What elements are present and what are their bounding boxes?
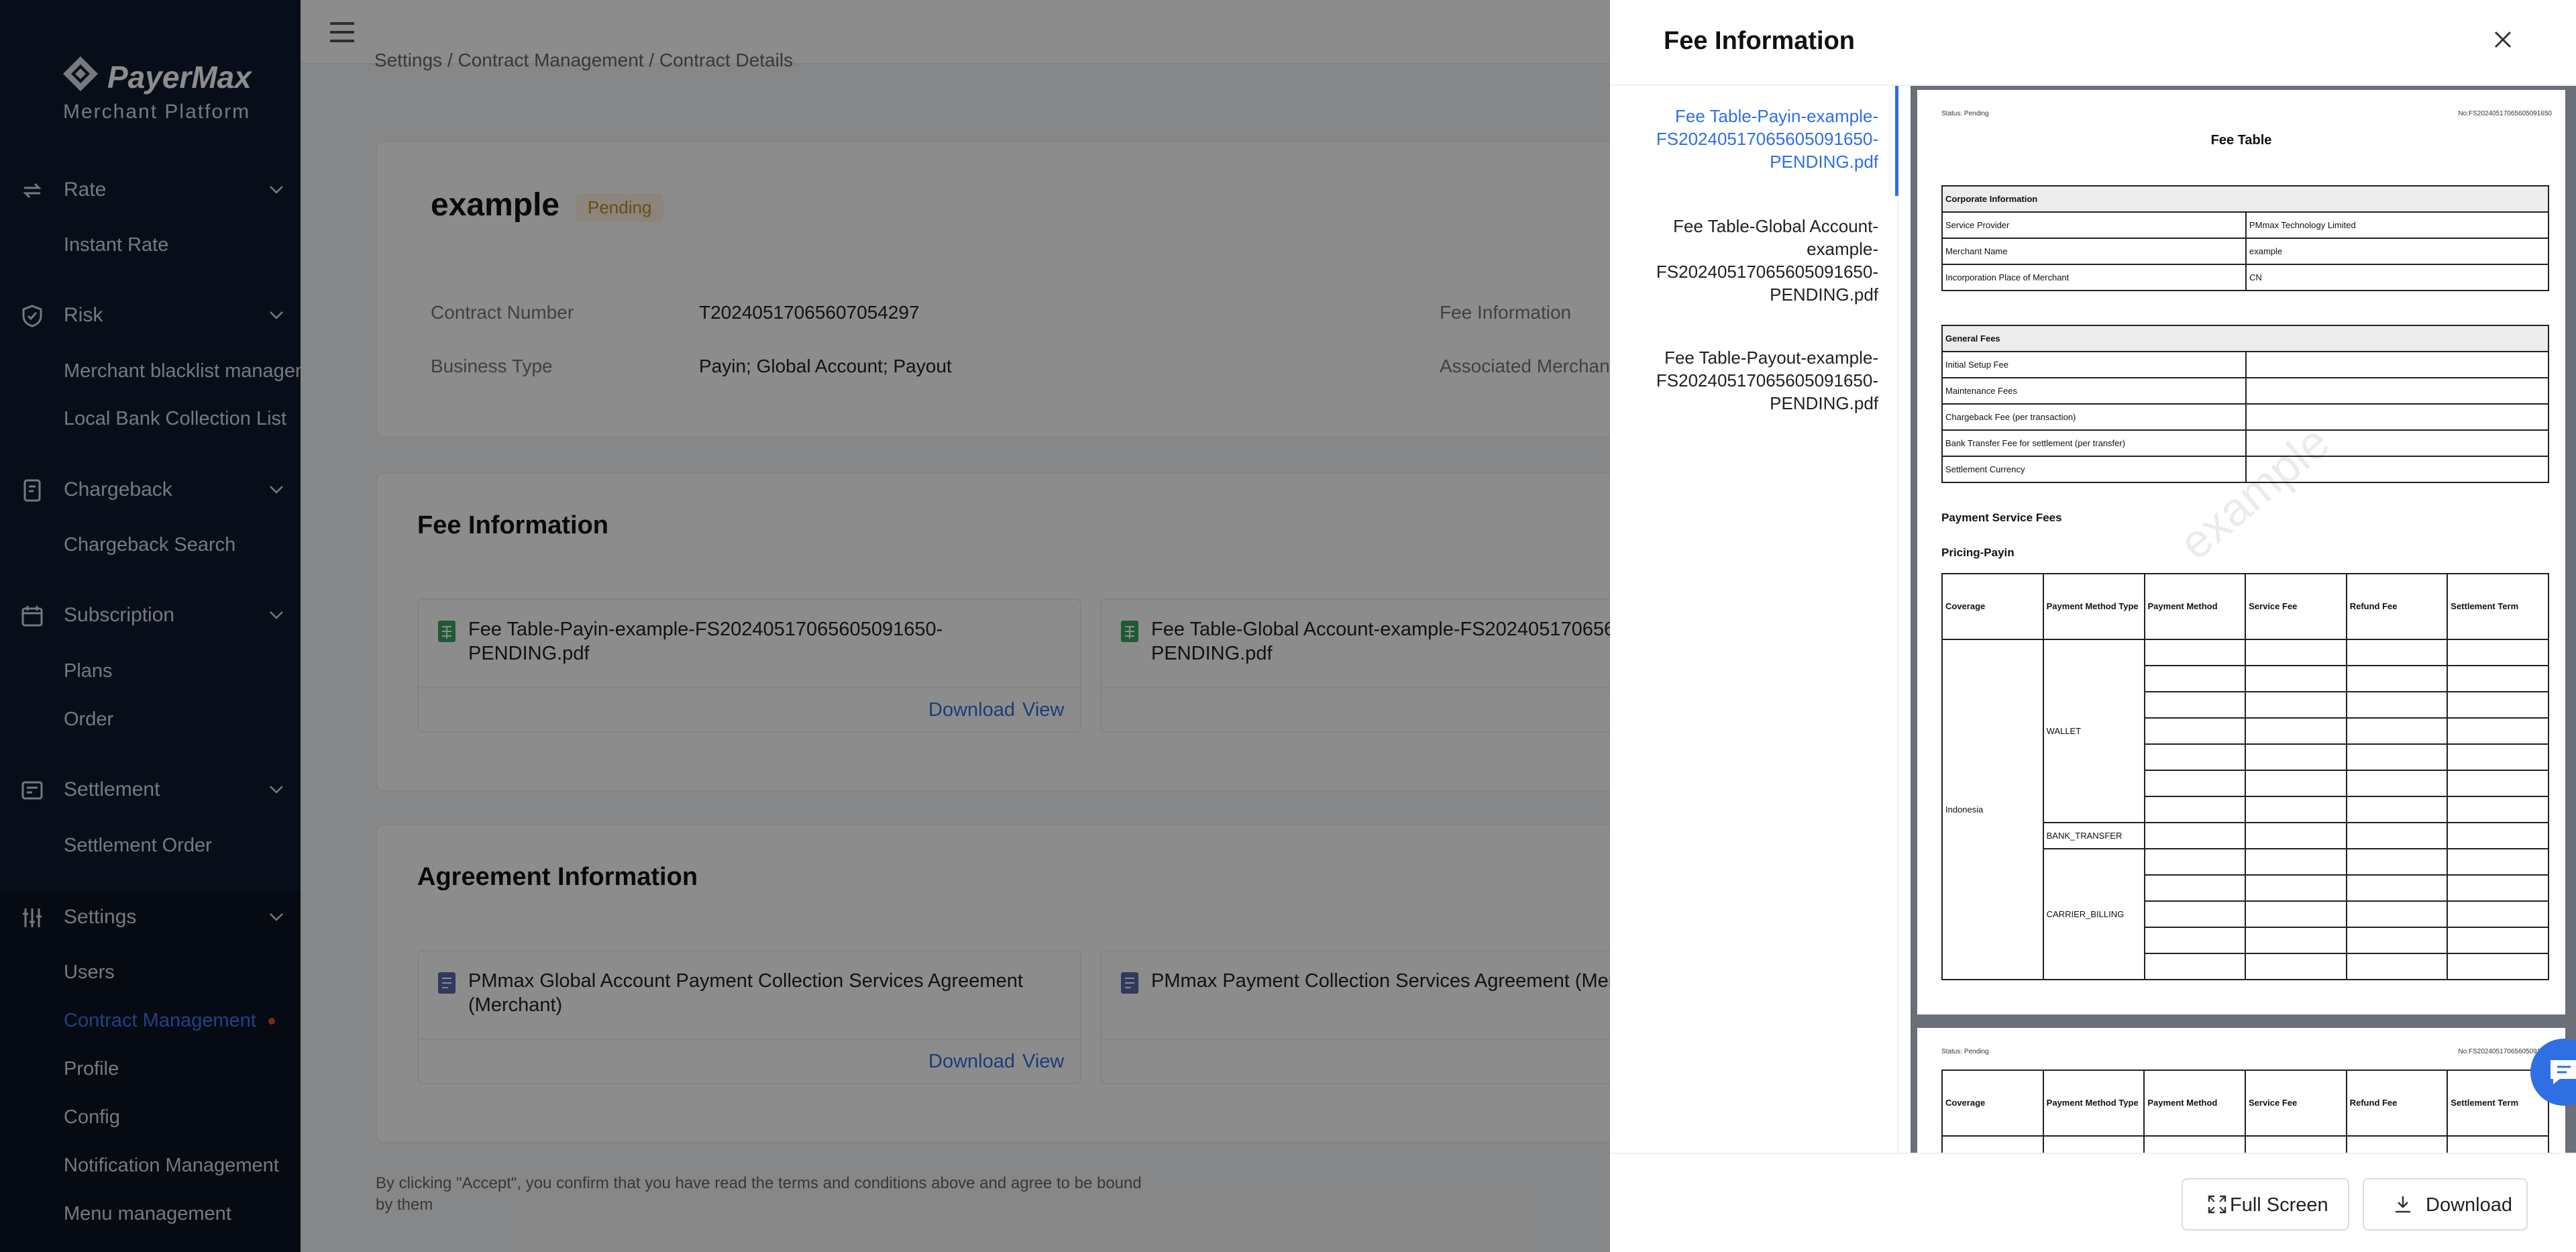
table-header-cell: Refund Fee <box>2345 1070 2449 1137</box>
drawer-title: Fee Information <box>1664 27 1856 55</box>
pdf-title: Fee Table <box>2210 133 2272 148</box>
table-cell <box>2245 351 2549 378</box>
pdf-page: Status: Pending No:FS2024051706560509165… <box>1917 90 2565 1014</box>
table-cell: Service Provider <box>1941 211 2247 239</box>
pdf-section-heading: Payment Service Fees <box>1941 511 2062 524</box>
table-header-cell: Service Fee <box>2245 573 2347 640</box>
table-cell <box>2245 377 2549 405</box>
table-cell: Chargeback Fee (per transaction) <box>1941 403 2247 431</box>
table-row: Bank Transfer Fee for settlement (per tr… <box>1941 429 2549 457</box>
drawer-footer: Full Screen Download <box>1610 1153 2576 1252</box>
table-cell: Initial Setup Fee <box>1941 351 2247 378</box>
table-cell: Bank Transfer Fee for settlement (per tr… <box>1941 429 2247 457</box>
table-header-row: Coverage Payment Method Type Payment Met… <box>1941 573 2549 640</box>
table-row: Incorporation Place of Merchant CN <box>1941 264 2549 291</box>
pricing-table-continued: Coverage Payment Method Type Payment Met… <box>1941 1070 2549 1153</box>
drawer-file-list: Fee Table-Payin-example-FS20240517065605… <box>1610 86 1898 1153</box>
table-header-cell: Service Fee <box>2244 1070 2347 1137</box>
table-row: Service Provider PMmax Technology Limited <box>1941 211 2549 239</box>
method-type-cell: CARRIER_BILLING <box>2042 848 2145 980</box>
table-row: Chargeback Fee (per transaction) <box>1941 403 2549 431</box>
pricing-payin-table: Coverage Payment Method Type Payment Met… <box>1941 573 2549 980</box>
table-row: Initial Setup Fee <box>1941 351 2549 378</box>
general-fees-table: General Fees Initial Setup Fee Maintenan… <box>1941 325 2549 483</box>
table-row: Indonesia WALLET <box>1941 639 2549 980</box>
table-header: General Fees <box>1941 325 2549 352</box>
table-header-cell: Coverage <box>1941 573 2044 640</box>
full-screen-button[interactable]: Full Screen <box>2182 1178 2349 1231</box>
pdf-status: Status: Pending <box>1941 1048 1989 1055</box>
download-button[interactable]: Download <box>2363 1178 2528 1231</box>
table-cell: example <box>2245 238 2549 265</box>
table-cell: PMmax Technology Limited <box>2245 211 2549 239</box>
table-header-row: Coverage Payment Method Type Payment Met… <box>1941 1070 2549 1137</box>
coverage-cell: Indonesia <box>1941 639 2044 980</box>
drawer-header: Fee Information <box>1610 0 2576 86</box>
close-icon[interactable] <box>2489 25 2517 54</box>
file-entry-payin[interactable]: Fee Table-Payin-example-FS20240517065605… <box>1637 105 1878 173</box>
download-label: Download <box>2426 1194 2512 1216</box>
chat-icon <box>2551 1060 2576 1084</box>
download-icon <box>2396 1196 2410 1213</box>
table-row: Maintenance Fees <box>1941 377 2549 405</box>
table-header-cell: Refund Fee <box>2345 573 2449 640</box>
file-entry-global-account[interactable]: Fee Table-Global Account-example-FS20240… <box>1637 215 1878 306</box>
table-header-cell: Payment Method Type <box>2042 1070 2145 1137</box>
corporate-info-table: Corporate Information Service Provider PM… <box>1941 185 2549 291</box>
method-type-cell: WALLET <box>2042 639 2145 823</box>
table-row: Merchant Name example <box>1941 238 2549 265</box>
table-header: Corporate Information <box>1941 185 2549 213</box>
file-entry-payout[interactable]: Fee Table-Payout-example-FS2024051706560… <box>1637 346 1878 415</box>
table-header-cell: Payment Method Type <box>2042 573 2145 640</box>
pdf-doc-number: No:FS20240517065605091650 <box>2458 110 2552 117</box>
pdf-status: Status: Pending <box>1941 110 1989 117</box>
method-type-cell: BANK_TRANSFER <box>2042 822 2145 849</box>
table-header-cell: Payment Method <box>2143 1070 2246 1137</box>
table-cell: Settlement Currency <box>1941 456 2247 483</box>
table-cell: CN <box>2245 264 2549 291</box>
fee-information-drawer: Fee Information Fee Table-Payin-example-… <box>1610 0 2576 1252</box>
table-header-cell: Coverage <box>1941 1070 2044 1137</box>
expand-icon <box>2208 1195 2226 1214</box>
table-header-cell: Settlement Term <box>2447 573 2549 640</box>
pdf-page: Status: Pending No:FS2024051706560509165… <box>1917 1028 2565 1153</box>
active-tab-indicator <box>1895 86 1898 196</box>
pdf-viewer[interactable]: Status: Pending No:FS2024051706560509165… <box>1911 86 2576 1153</box>
pdf-section-heading: Pricing-Payin <box>1941 546 2015 559</box>
full-screen-label: Full Screen <box>2230 1194 2328 1216</box>
table-row <box>1941 1135 2549 1153</box>
table-cell: Merchant Name <box>1941 238 2247 265</box>
table-cell: Maintenance Fees <box>1941 377 2247 405</box>
table-cell: Incorporation Place of Merchant <box>1941 264 2247 291</box>
table-header-cell: Payment Method <box>2143 573 2247 640</box>
